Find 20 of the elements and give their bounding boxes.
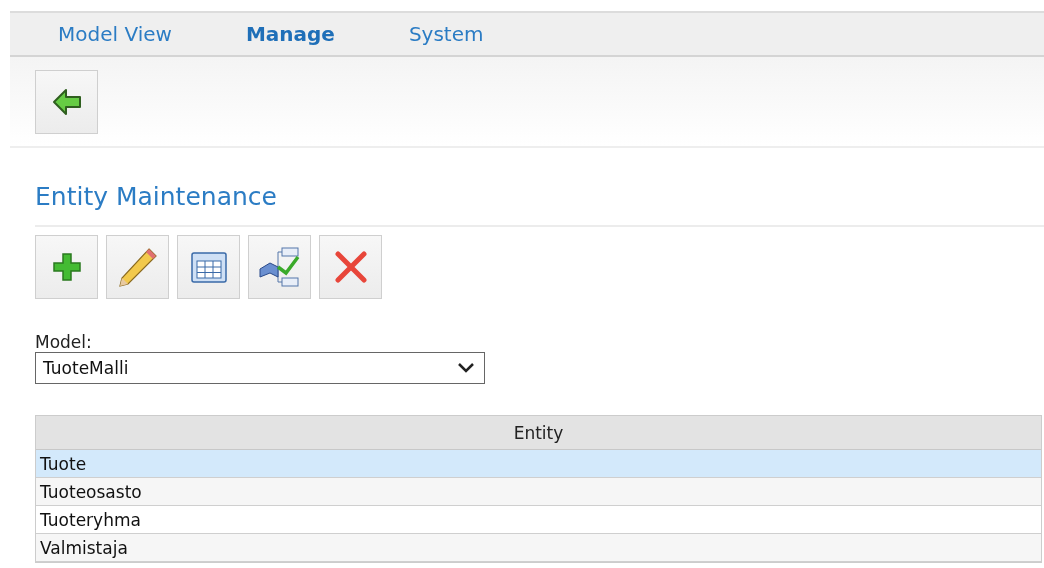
- column-header: Entity: [513, 422, 564, 443]
- add-button[interactable]: [35, 235, 98, 299]
- validate-button[interactable]: [248, 235, 311, 299]
- chevron-icon: [457, 362, 475, 374]
- delete-button[interactable]: [319, 235, 382, 299]
- model-label: Model:: [35, 332, 93, 352]
- plus-icon: [51, 252, 82, 282]
- table-row[interactable]: Tuote: [36, 450, 1041, 478]
- table-row[interactable]: Valmistaja: [36, 534, 1041, 562]
- back-button[interactable]: [35, 69, 98, 134]
- model-select[interactable]: TuoteMalli: [35, 352, 485, 384]
- tab[interactable]: System: [408, 22, 484, 46]
- page-title: Entity Maintenance: [35, 148, 1044, 227]
- table-row[interactable]: Tuoteosasto: [36, 478, 1041, 506]
- book-check-icon: [257, 245, 302, 289]
- table-button[interactable]: [177, 235, 240, 299]
- edit-button[interactable]: [106, 235, 169, 299]
- delete-icon: [332, 249, 369, 285]
- tab[interactable]: Model View: [58, 22, 172, 46]
- tab[interactable]: Manage: [245, 22, 335, 46]
